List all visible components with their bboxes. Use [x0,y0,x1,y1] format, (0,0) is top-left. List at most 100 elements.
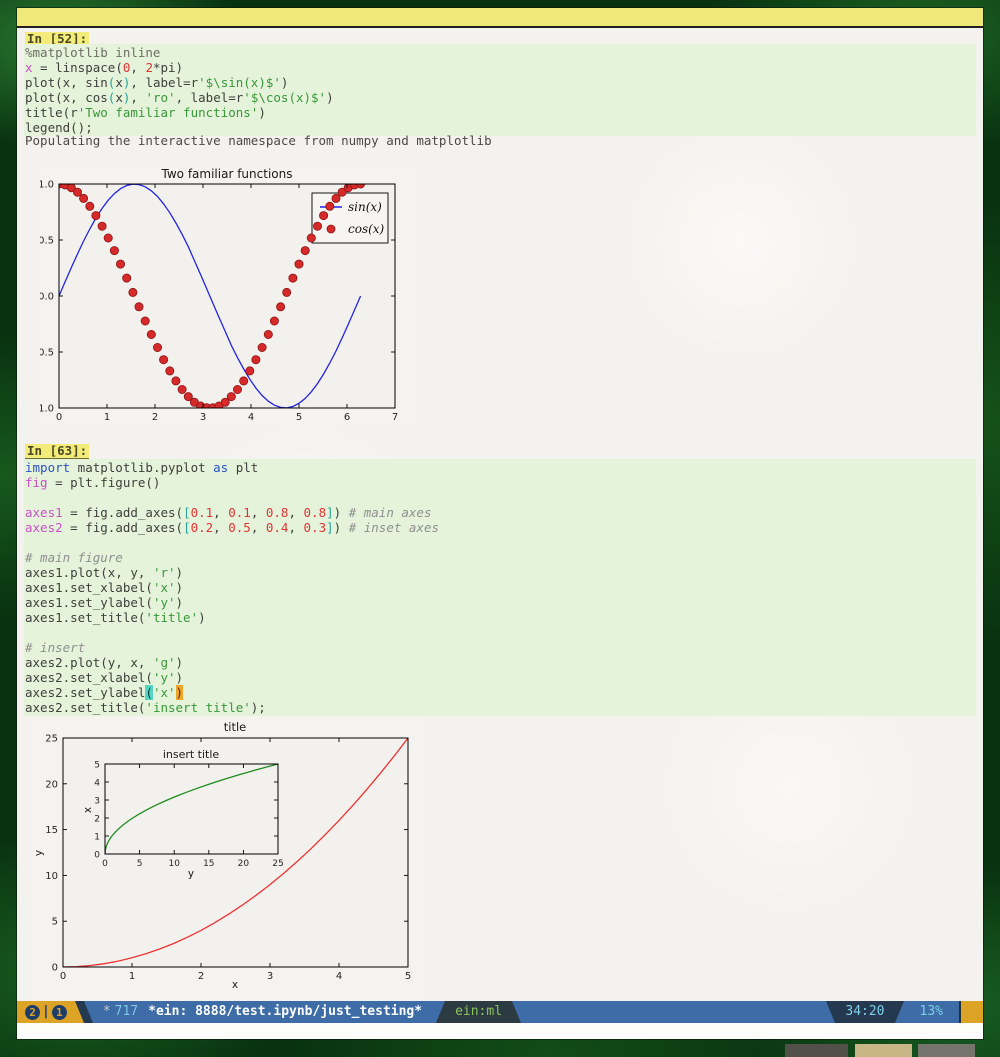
svg-text:3: 3 [94,797,100,807]
code-token: axes2 [25,520,63,535]
code-token: , label=r [176,90,244,105]
code-cell-1[interactable]: %matplotlib inlinex = linspace(0, 2*pi)p… [24,44,976,136]
x-axis-label: y [188,868,194,880]
code-line: axes2 = fig.add_axes([0.2, 0.5, 0.4, 0.3… [25,520,976,535]
code-cell-2[interactable]: import matplotlib.pyplot as pltfig = plt… [24,459,976,716]
svg-text:2: 2 [152,412,158,423]
badge-separator: | [42,1001,50,1023]
modeline-spacer [521,1001,826,1023]
svg-text:7: 7 [392,412,398,423]
cell-output-text: Populating the interactive namespace fro… [25,133,492,148]
window-number-icon[interactable]: 1 [52,1005,67,1020]
modeline-cursor-position: 34:20 [835,1001,894,1023]
taskbar-window-preview[interactable] [855,1044,912,1057]
modeline-end-cap [959,1001,983,1023]
powerline-separator-icon [84,1001,93,1023]
svg-text:10: 10 [168,859,180,869]
code-token: 'title' [145,610,198,625]
code-token: 'g' [153,655,176,670]
code-token: plot(x, sin [25,75,108,90]
code-token: 0.5 [228,520,251,535]
code-token: ) [258,105,266,120]
code-line: axes1 = fig.add_axes([0.1, 0.1, 0.8, 0.8… [25,505,976,520]
code-line: # main figure [25,550,976,565]
code-token: [ [183,505,191,520]
powerline-separator-icon [436,1001,445,1023]
code-token: ) [326,90,334,105]
code-token: 'ro' [145,90,175,105]
code-line [25,535,976,550]
powerline-separator-icon [512,1001,521,1023]
code-token: , [251,520,266,535]
code-token: x [115,75,123,90]
taskbar-window-preview[interactable] [918,1044,975,1057]
code-line [25,490,976,505]
code-token: 'x' [153,685,176,700]
chart-title: title [224,720,246,734]
modified-indicator-icon: * [93,1001,115,1023]
code-line: fig = plt.figure() [25,475,976,490]
powerline-separator-icon [826,1001,835,1023]
code-line: axes1.plot(x, y, 'r') [25,565,976,580]
code-token: axes1.set_ylabel( [25,595,153,610]
echo-area[interactable] [17,1023,983,1039]
code-token: 0.8 [266,505,289,520]
window-number-icon[interactable]: 2 [25,1005,40,1020]
code-token: , [288,520,303,535]
code-token: title(r [25,105,78,120]
code-line [25,625,976,640]
taskbar-window-preview[interactable] [785,1044,848,1057]
code-token: axes2.set_ylabel [25,685,145,700]
svg-text:5: 5 [52,917,58,928]
y-axis-label: y [33,850,45,856]
chart-title: Two familiar functions [161,167,293,181]
svg-text:25: 25 [272,859,283,869]
modeline-window-numbers: 2 | 1 [17,1001,75,1023]
code-token: , [213,520,228,535]
svg-text:3: 3 [267,971,273,982]
code-token: ) [176,595,184,610]
code-token: ) [176,565,184,580]
cursor-position-label: 34:20 [835,1001,894,1023]
code-token: , [288,505,303,520]
code-token: , label=r [130,75,198,90]
svg-text:4: 4 [248,412,254,423]
modeline-buffer-name[interactable]: *ein: 8888/test.ipynb/just_testing* [138,1001,436,1023]
code-token: as [213,460,228,475]
code-token: 'r' [153,565,176,580]
figure-title-with-inset: 0123450510152025titlexy0510152025012345i… [25,716,425,998]
code-token: , [130,60,145,75]
modeline-major-mode[interactable]: ein:ml [445,1001,512,1023]
code-token: = fig.add_axes( [63,505,183,520]
code-token: # insert [25,640,85,655]
svg-text:cos(x): cos(x) [348,222,385,236]
svg-text:1: 1 [94,833,100,843]
svg-text:1: 1 [104,412,110,423]
chart-title: insert title [163,748,220,761]
code-token: 'y' [153,595,176,610]
code-token: fig [25,475,48,490]
svg-text:-1.0: -1.0 [40,404,54,415]
modeline-buffer-info: * 717 *ein: 8888/test.ipynb/just_testing… [93,1001,436,1023]
code-token: = plt.figure() [48,475,161,490]
code-token: ) [281,75,289,90]
svg-text:5: 5 [405,971,411,982]
code-token: axes1 [25,505,63,520]
code-token: axes2.plot(y, x, [25,655,153,670]
svg-text:5: 5 [296,412,302,423]
notebook-header-bar[interactable]: IP[63]: /1: just_testing\ [+] [17,8,983,28]
code-token: = fig.add_axes( [63,520,183,535]
code-token: 'Two familiar functions' [78,105,259,120]
code-token: 'x' [153,580,176,595]
notebook-buffer[interactable]: In [52]: %matplotlib inlinex = linspace(… [17,28,983,1001]
y-axis-label: x [82,807,94,813]
code-token: ) [176,685,184,700]
code-token: 0.1 [228,505,251,520]
code-token: axes1.plot(x, y, [25,565,153,580]
svg-text:4: 4 [336,971,342,982]
code-token: %matplotlib inline [25,45,160,60]
svg-text:15: 15 [203,859,214,869]
code-token: 0.3 [304,520,327,535]
code-token: axes2.set_xlabel( [25,670,153,685]
cell-input-label[interactable]: In [63]: [25,444,89,459]
